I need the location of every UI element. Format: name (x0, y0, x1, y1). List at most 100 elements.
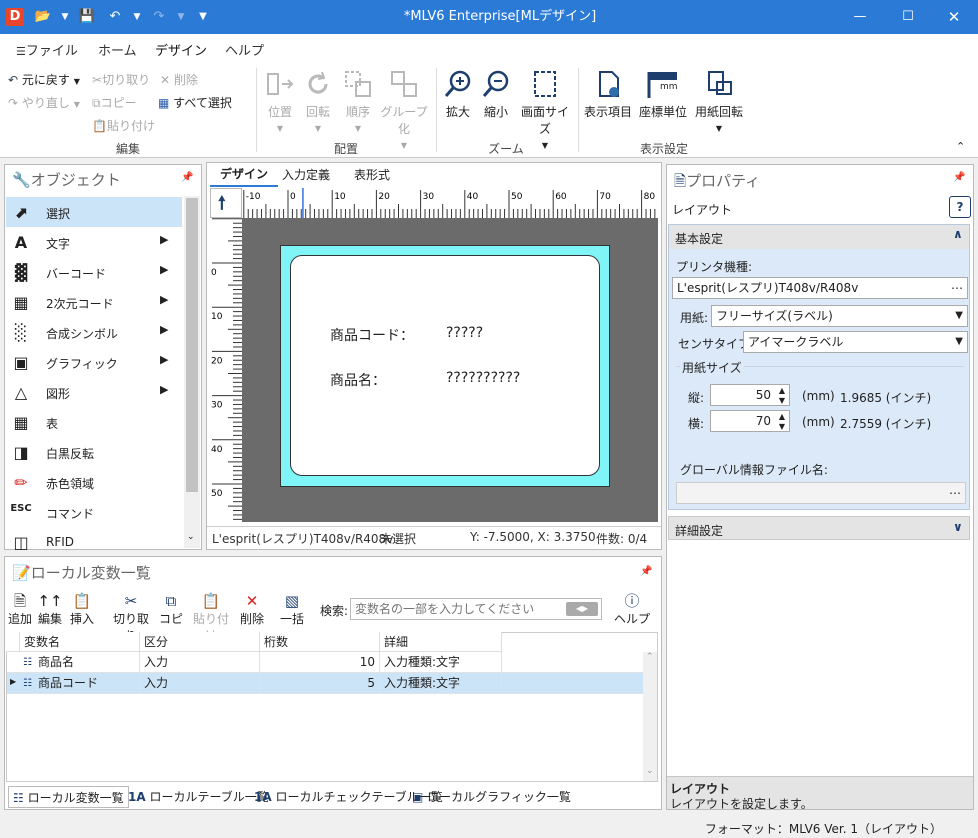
add-variable-button[interactable]: 🗎 追加 (6, 592, 34, 627)
chevron-down-icon[interactable]: ▼ (56, 8, 74, 26)
tab-help[interactable]: ヘルプ (225, 40, 264, 59)
edit-variable-button[interactable]: ↑↑ 編集 (36, 592, 64, 627)
tab-table-format[interactable]: 表形式 (354, 166, 390, 183)
bulk-edit-icon: ▧ (284, 592, 300, 610)
table-row[interactable]: ☷ 商品名 入力 10 入力種類:文字 (7, 652, 643, 673)
chevron-down-icon: ▼ (955, 336, 963, 347)
status-printer: L'esprit(レスプリ)T408v/R408v (212, 532, 394, 546)
app-logo-icon[interactable]: D (6, 8, 24, 26)
width-stepper[interactable]: 70 ▲ ▼ (710, 410, 790, 432)
pin-icon[interactable]: 📌 (181, 172, 193, 183)
sensor-type-select[interactable]: アイマークラベル ▼ (743, 331, 968, 353)
variable-search-input[interactable] (350, 598, 602, 620)
insert-variable-button[interactable]: 📋 挿入 (68, 592, 96, 627)
column-header-detail[interactable]: 詳細 (380, 632, 502, 652)
pin-icon[interactable]: 📌 (640, 566, 652, 577)
label-text-product-code-key[interactable]: 商品コード： (330, 325, 414, 345)
label-text-product-name-value[interactable]: ?????????? (446, 370, 520, 386)
grid-scrollbar[interactable]: ⌃ ⌄ (643, 652, 657, 781)
detail-settings-header[interactable]: 詳細設定 ∨ (668, 516, 970, 540)
scroll-down-icon[interactable]: ⌄ (646, 766, 654, 776)
object-item[interactable]: △ 図形 ▶ (6, 377, 182, 407)
object-item[interactable]: ⬈ 選択 (6, 197, 182, 227)
maximize-icon[interactable]: ☐ (898, 0, 918, 34)
row-detail-cell: 入力種類:文字 (380, 652, 502, 673)
chevron-down-icon[interactable]: ▼ (128, 8, 146, 26)
delete-variable-button[interactable]: ✕ 削除 (238, 592, 266, 627)
tab-input-definition[interactable]: 入力定義 (282, 166, 330, 183)
more-icon[interactable]: ⋯ (951, 278, 963, 298)
basic-settings-header[interactable]: 基本設定 ∧ (669, 225, 969, 249)
display-items-button[interactable]: 表示項目 (582, 68, 634, 120)
coord-unit-button[interactable]: mm 座標単位 (636, 68, 690, 120)
object-item[interactable]: ESC コマンド (6, 497, 182, 527)
scroll-down-icon[interactable]: ⌄ (187, 532, 195, 542)
global-file-field[interactable]: ⋯ (676, 482, 966, 504)
vertical-ruler-ticks: 0 10 20 30 40 50 (211, 218, 242, 520)
object-item[interactable]: ◫ RFID (6, 527, 182, 557)
tab-file[interactable]: ☰ファイル (16, 40, 78, 59)
help-button[interactable]: ⓘ ヘルプ (614, 592, 650, 627)
object-item[interactable]: ▦ 表 (6, 407, 182, 437)
zoom-out-button[interactable]: 縮小 (478, 68, 514, 120)
object-item[interactable]: ▓ バーコード ▶ (6, 257, 182, 287)
object-item[interactable]: ▣ グラフィック ▶ (6, 347, 182, 377)
object-item[interactable]: ▦ 2次元コード ▶ (6, 287, 182, 317)
ruler-label: 80 (644, 192, 656, 202)
undo-icon[interactable]: ↶ (106, 8, 124, 26)
save-icon[interactable]: 💾 (78, 8, 96, 26)
copy-button: ⧉コピー (92, 96, 137, 110)
object-item[interactable]: A 文字 ▶ (6, 227, 182, 257)
zoom-in-icon (444, 70, 471, 97)
tab-local-graphics[interactable]: ▣ ローカルグラフィック一覧 (412, 786, 571, 808)
collapse-ribbon-icon[interactable]: ⌃ (956, 140, 965, 153)
column-header-kind[interactable]: 区分 (140, 632, 260, 652)
label-text-product-name-key[interactable]: 商品名： (330, 370, 386, 390)
row-name-cell: ☷ 商品コード (20, 673, 140, 694)
object-item[interactable]: ✏ 赤色領域 (6, 467, 182, 497)
horizontal-ruler-ticks: -10 0 10 20 30 40 50 60 70 80 (243, 188, 656, 218)
status-selection: 未選択 (380, 532, 417, 546)
paper-rotate-button[interactable]: 用紙回転 ▼ (692, 68, 746, 134)
object-item[interactable]: ░ 合成シンボル ▶ (6, 317, 182, 347)
tab-design-view[interactable]: デザイン (210, 163, 279, 187)
undo-button[interactable]: ↶ 元に戻す ▼ (8, 71, 80, 88)
minimize-icon[interactable]: — (850, 0, 870, 34)
red-area-icon: ✏ (14, 473, 28, 492)
height-stepper[interactable]: 50 ▲ ▼ (710, 384, 790, 406)
tab-home[interactable]: ホーム (98, 40, 137, 59)
ruler-corner-button[interactable]: 🠕 (210, 188, 242, 218)
paper-select[interactable]: フリーサイズ(ラベル) ▼ (711, 305, 968, 327)
tab-design[interactable]: デザイン (155, 40, 208, 64)
select-all-button[interactable]: ▦ すべて選択 (158, 94, 232, 111)
printer-model-field[interactable]: L'esprit(レスプリ)T408v/R408v ⋯ (672, 277, 968, 299)
spin-icon[interactable]: ▲ ▼ (779, 412, 785, 432)
screen-size-button[interactable]: 画面サイズ ▼ (516, 68, 574, 151)
scroll-up-icon[interactable]: ⌃ (646, 652, 654, 662)
object-item[interactable]: ◨ 白黒反転 (6, 437, 182, 467)
more-icon[interactable]: ⋯ (949, 483, 961, 503)
column-header-digits[interactable]: 桁数 (260, 632, 380, 652)
column-header-name[interactable]: 変数名 (20, 632, 140, 652)
object-list-scrollbar[interactable]: ⌄ (184, 196, 200, 548)
tab-local-tables[interactable]: 1A ローカルテーブル一覧 (128, 786, 269, 808)
spin-icon[interactable]: ▲ ▼ (779, 386, 785, 406)
table-icon: ▦ (13, 413, 29, 432)
customize-toolbar-icon[interactable]: ▼ (194, 8, 212, 26)
table-row[interactable]: ▶ ☷ 商品コード 入力 5 入力種類:文字 (7, 673, 643, 694)
open-folder-icon[interactable]: 📂 (34, 8, 52, 26)
tab-local-variables[interactable]: ☷ ローカル変数一覧 (8, 786, 129, 808)
label-printable-area[interactable] (290, 255, 600, 476)
graphic-list-icon: ▣ (412, 790, 424, 804)
property-help-button[interactable]: ? (949, 196, 971, 218)
search-nav-icon[interactable]: ◀▶ (566, 602, 598, 616)
zoom-in-button[interactable]: 拡大 (440, 68, 476, 120)
label-text-product-code-value[interactable]: ????? (446, 325, 483, 341)
pin-icon[interactable]: 📌 (953, 172, 965, 183)
bulk-button[interactable]: ▧ 一括 (278, 592, 306, 627)
scroll-thumb[interactable] (186, 198, 198, 492)
ruler-label: 60 (555, 192, 567, 202)
text-icon: A (14, 233, 28, 252)
close-icon[interactable]: ✕ (944, 0, 964, 34)
redo-icon: ↷ (153, 9, 165, 24)
